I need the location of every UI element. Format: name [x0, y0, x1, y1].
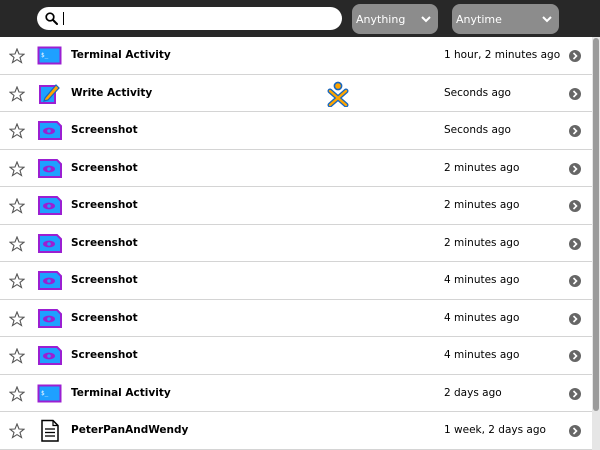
screenshot-icon — [38, 308, 62, 328]
journal-list: $_ Terminal Activity 1 hour, 2 minutes ago… — [0, 37, 592, 450]
chevron-down-icon — [421, 16, 431, 23]
entry-title[interactable]: Terminal Activity — [71, 387, 171, 399]
chevron-down-icon — [542, 16, 552, 23]
details-arrow-icon[interactable] — [569, 87, 581, 100]
svg-text:$_: $_ — [41, 390, 49, 397]
list-item[interactable]: $_ Terminal Activity 2 days ago — [0, 375, 592, 412]
list-item[interactable]: Screenshot 4 minutes ago — [0, 300, 592, 337]
entry-title[interactable]: Screenshot — [71, 162, 138, 174]
screenshot-icon — [38, 271, 62, 290]
entry-time: 4 minutes ago — [444, 274, 520, 286]
toolbar: Anything Anytime — [0, 0, 600, 37]
screenshot-icon — [38, 196, 62, 215]
entry-title[interactable]: PeterPanAndWendy — [71, 424, 188, 436]
details-arrow-icon[interactable] — [569, 312, 581, 325]
entry-title[interactable]: Screenshot — [71, 199, 138, 211]
xo-buddy-icon[interactable] — [327, 81, 349, 107]
details-arrow-icon[interactable] — [569, 425, 581, 437]
star-icon[interactable] — [9, 385, 25, 402]
entry-time: 2 minutes ago — [444, 199, 520, 211]
time-filter-label: Anytime — [456, 12, 502, 26]
details-arrow-icon[interactable] — [569, 237, 581, 250]
list-item[interactable]: Screenshot 2 minutes ago — [0, 187, 592, 225]
svg-text:$_: $_ — [41, 52, 49, 59]
search-icon — [45, 12, 58, 25]
list-item[interactable]: Screenshot 2 minutes ago — [0, 150, 592, 187]
entry-time: 2 days ago — [444, 386, 502, 399]
star-icon[interactable] — [9, 123, 25, 139]
entry-title[interactable]: Terminal Activity — [71, 49, 171, 61]
entry-time: 1 hour, 2 minutes ago — [444, 49, 561, 61]
list-item[interactable]: Screenshot 4 minutes ago — [0, 337, 592, 375]
star-icon[interactable] — [9, 273, 25, 289]
list-item[interactable]: Screenshot 2 minutes ago — [0, 225, 592, 262]
list-item[interactable]: Write Activity Seconds ago — [0, 75, 592, 112]
entry-time: 1 week, 2 days ago — [444, 424, 546, 436]
star-icon[interactable] — [9, 235, 25, 252]
star-icon[interactable] — [9, 423, 25, 439]
screenshot-icon — [38, 158, 62, 178]
entry-time: 2 minutes ago — [444, 236, 520, 249]
entry-title[interactable]: Screenshot — [71, 274, 138, 286]
star-icon[interactable] — [9, 160, 25, 177]
scrollbar-thumb[interactable] — [593, 38, 599, 411]
entry-time: 4 minutes ago — [444, 311, 520, 324]
screenshot-icon — [38, 233, 62, 253]
star-icon[interactable] — [9, 48, 25, 64]
entry-title[interactable]: Screenshot — [71, 237, 138, 249]
entry-title[interactable]: Screenshot — [71, 124, 138, 136]
star-icon[interactable] — [9, 198, 25, 214]
entry-time: Seconds ago — [444, 86, 511, 99]
type-filter-dropdown[interactable]: Anything — [352, 4, 438, 34]
star-icon[interactable] — [9, 85, 25, 102]
star-icon[interactable] — [9, 348, 25, 364]
details-arrow-icon[interactable] — [569, 50, 581, 62]
entry-time: 2 minutes ago — [444, 161, 520, 174]
list-item[interactable]: $_ Terminal Activity 1 hour, 2 minutes ago — [0, 37, 592, 75]
details-arrow-icon[interactable] — [569, 162, 581, 175]
list-item[interactable]: PeterPanAndWendy 1 week, 2 days ago — [0, 412, 592, 450]
details-arrow-icon[interactable] — [569, 387, 581, 400]
terminal-icon: $_ — [37, 46, 62, 65]
screenshot-icon — [38, 121, 62, 140]
text-cursor — [63, 12, 64, 25]
entry-title[interactable]: Screenshot — [71, 312, 138, 324]
entry-time: Seconds ago — [444, 124, 511, 136]
list-item[interactable]: Screenshot 4 minutes ago — [0, 262, 592, 300]
document-icon — [41, 419, 59, 442]
details-arrow-icon[interactable] — [569, 350, 581, 362]
entry-title[interactable]: Screenshot — [71, 349, 138, 361]
star-icon[interactable] — [9, 310, 25, 327]
list-item[interactable]: Screenshot Seconds ago — [0, 112, 592, 150]
search-input[interactable] — [65, 9, 333, 28]
terminal-icon: $_ — [37, 384, 62, 402]
details-arrow-icon[interactable] — [569, 200, 581, 212]
write-icon — [39, 83, 60, 104]
search-box[interactable] — [37, 7, 342, 30]
details-arrow-icon[interactable] — [569, 125, 581, 137]
entry-time: 4 minutes ago — [444, 349, 520, 361]
time-filter-dropdown[interactable]: Anytime — [452, 4, 559, 34]
screenshot-icon — [38, 346, 62, 365]
entry-title[interactable]: Write Activity — [71, 87, 152, 99]
type-filter-label: Anything — [356, 12, 406, 26]
details-arrow-icon[interactable] — [569, 275, 581, 287]
